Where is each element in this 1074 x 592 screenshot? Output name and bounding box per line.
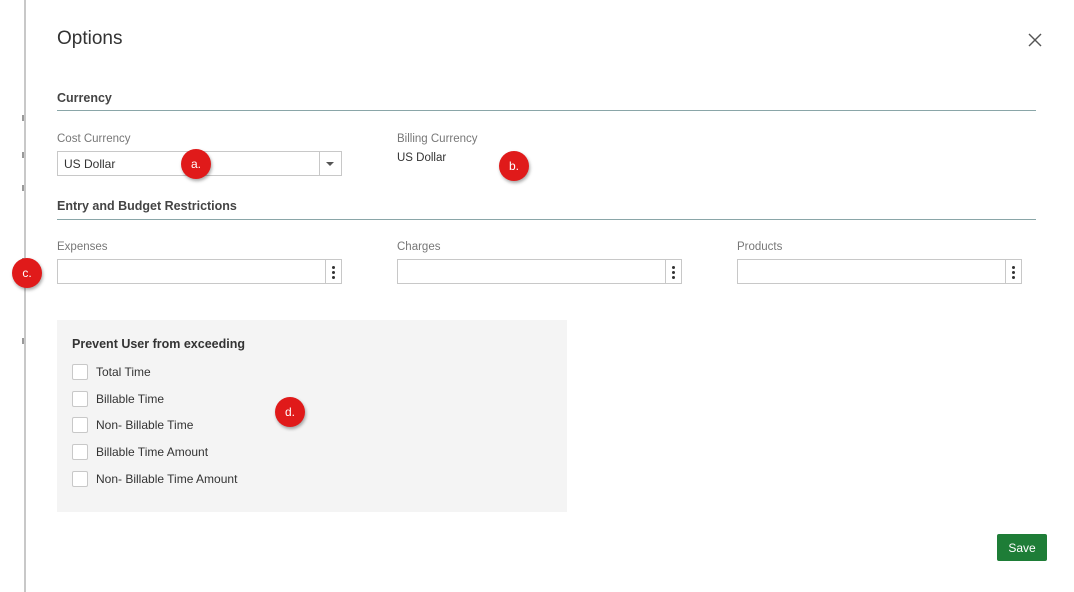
- more-options-icon[interactable]: [1005, 260, 1021, 283]
- restrictions-section-title: Entry and Budget Restrictions: [57, 199, 237, 213]
- dialog-title: Options: [57, 28, 123, 49]
- callout-d: d.: [275, 397, 305, 427]
- edge-mark: [22, 152, 24, 158]
- checkbox-label: Non- Billable Time: [96, 418, 194, 432]
- dropdown-toggle[interactable]: [319, 152, 341, 175]
- edge-mark: [22, 185, 24, 191]
- callout-a: a.: [181, 149, 211, 179]
- charges-label: Charges: [397, 241, 441, 253]
- close-icon[interactable]: [1025, 30, 1045, 50]
- options-dialog: Options Currency Cost Currency US Dollar…: [27, 0, 1074, 592]
- expenses-label: Expenses: [57, 241, 108, 253]
- cost-currency-label: Cost Currency: [57, 133, 131, 145]
- edge-mark: [22, 338, 24, 344]
- expenses-field[interactable]: [57, 259, 342, 284]
- checkbox-label: Billable Time: [96, 392, 165, 406]
- billing-currency-label: Billing Currency: [397, 133, 478, 145]
- checkbox-label: Non- Billable Time Amount: [96, 472, 238, 486]
- more-options-icon[interactable]: [665, 260, 681, 283]
- checkbox[interactable]: [72, 417, 88, 433]
- checkbox-label: Billable Time Amount: [96, 445, 209, 459]
- more-options-icon[interactable]: [325, 260, 341, 283]
- checkbox[interactable]: [72, 364, 88, 380]
- edge-mark: [22, 115, 24, 121]
- section-divider: [57, 219, 1036, 220]
- background-page-edge: [0, 0, 26, 592]
- save-button[interactable]: Save: [997, 534, 1047, 561]
- currency-section-title: Currency: [57, 91, 112, 105]
- checkbox[interactable]: [72, 471, 88, 487]
- checkbox[interactable]: [72, 444, 88, 460]
- prevent-exceeding-panel: Prevent User from exceeding Total Time B…: [57, 320, 567, 512]
- checkbox-label: Total Time: [96, 365, 151, 379]
- chevron-down-icon: [326, 162, 334, 166]
- products-label: Products: [737, 241, 783, 253]
- products-field[interactable]: [737, 259, 1022, 284]
- section-divider: [57, 110, 1036, 111]
- prevent-exceeding-title: Prevent User from exceeding: [72, 337, 245, 351]
- billing-currency-value: US Dollar: [397, 152, 447, 164]
- cost-currency-value: US Dollar: [64, 157, 116, 171]
- callout-c: c.: [12, 258, 42, 288]
- callout-b: b.: [499, 151, 529, 181]
- checkbox[interactable]: [72, 391, 88, 407]
- charges-field[interactable]: [397, 259, 682, 284]
